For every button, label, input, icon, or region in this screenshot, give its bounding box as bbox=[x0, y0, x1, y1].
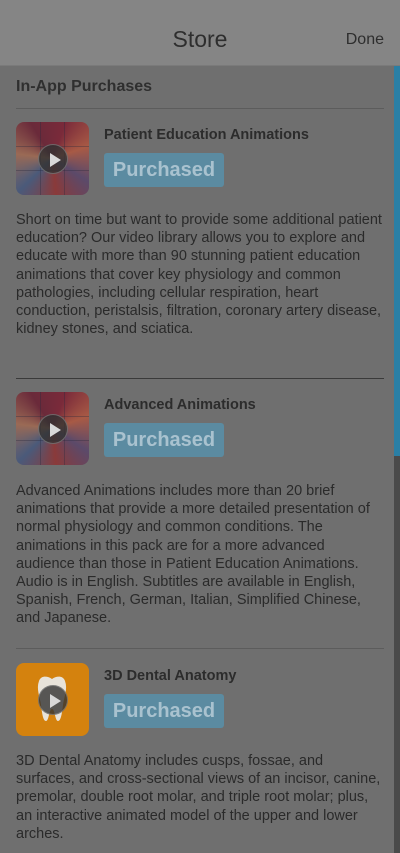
item-description: Short on time but want to provide some a… bbox=[16, 212, 382, 338]
item-title: Advanced Animations bbox=[104, 397, 256, 413]
section-title: In-App Purchases bbox=[16, 78, 153, 95]
advanced-animations-thumbnail[interactable] bbox=[16, 392, 89, 465]
store-scroll-view[interactable]: In-App Purchases Patient Education Anima… bbox=[0, 66, 394, 853]
item-divider bbox=[16, 648, 384, 649]
section-divider bbox=[16, 108, 384, 109]
purchased-badge: Purchased bbox=[104, 153, 224, 187]
item-description: 3D Dental Anatomy includes cusps, fossae… bbox=[16, 753, 381, 842]
patient-education-thumbnail[interactable] bbox=[16, 122, 89, 195]
play-icon[interactable] bbox=[37, 143, 68, 174]
purchased-badge: Purchased bbox=[104, 694, 224, 728]
navigation-bar: Store Done bbox=[0, 0, 400, 66]
item-description: Advanced Animations includes more than 2… bbox=[16, 483, 370, 627]
item-divider bbox=[16, 378, 384, 379]
dental-anatomy-thumbnail[interactable] bbox=[16, 663, 89, 736]
play-icon[interactable] bbox=[37, 684, 68, 715]
play-icon[interactable] bbox=[37, 413, 68, 444]
item-title: Patient Education Animations bbox=[104, 127, 309, 143]
done-button[interactable]: Done bbox=[346, 31, 384, 49]
purchased-badge: Purchased bbox=[104, 423, 224, 457]
item-title: 3D Dental Anatomy bbox=[104, 668, 237, 684]
page-title: Store bbox=[172, 26, 228, 52]
scrollbar-thumb[interactable] bbox=[394, 66, 400, 456]
